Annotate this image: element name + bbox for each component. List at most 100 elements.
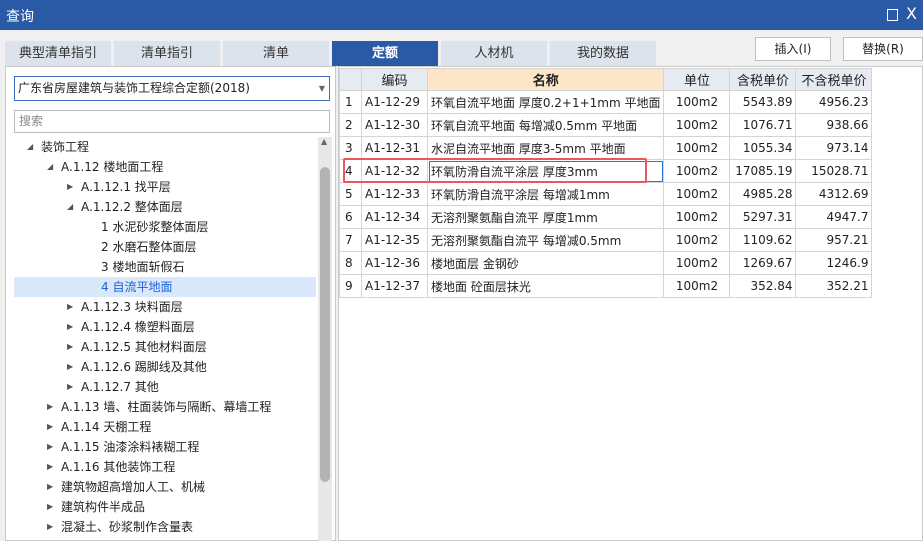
unit-cell[interactable]: 100m2 <box>663 136 731 160</box>
pretax-price-cell[interactable]: 352.21 <box>795 274 873 298</box>
expand-icon[interactable]: ▶ <box>47 397 53 417</box>
pretax-price-cell[interactable]: 973.14 <box>795 136 873 160</box>
code-cell[interactable]: A1-12-31 <box>361 136 428 160</box>
expand-icon[interactable]: ▶ <box>67 337 73 357</box>
tree-node[interactable]: ▶ A.1.12.3 块料面层 <box>67 297 183 317</box>
table-row[interactable]: 5 A1-12-33 环氧防滑自流平涂层 每增减1mm 100m2 4985.28 431… <box>339 182 873 206</box>
tax-price-cell[interactable]: 17085.19 <box>729 159 797 183</box>
column-header[interactable]: 不含税单价 <box>795 68 873 91</box>
tab-5[interactable]: 我的数据 <box>550 41 656 66</box>
row-index[interactable]: 2 <box>339 113 362 137</box>
tree-scrollbar[interactable]: ▲ <box>318 137 332 541</box>
tree-node[interactable]: ◢ A.1.12.2 整体面层 <box>67 197 183 217</box>
tree-node[interactable]: ◢ 装饰工程 <box>27 137 89 157</box>
tree-node[interactable]: ▶ 混凝土、砂浆制作含量表 <box>47 517 193 537</box>
code-cell[interactable]: A1-12-37 <box>361 274 428 298</box>
pretax-price-cell[interactable]: 1246.9 <box>795 251 873 275</box>
insert-button[interactable]: 插入(I) <box>755 37 831 61</box>
unit-cell[interactable]: 100m2 <box>663 182 731 206</box>
tree-node[interactable]: ▶ A.1.16 其他装饰工程 <box>47 457 175 477</box>
tree-node[interactable]: ▶ A.1.12.6 踢脚线及其他 <box>67 357 207 377</box>
tree-node[interactable]: 2 水磨石整体面层 <box>101 237 196 257</box>
name-cell[interactable]: 环氧防滑自流平涂层 每增减1mm <box>426 182 665 206</box>
tree-node[interactable]: ▶ A.1.14 天棚工程 <box>47 417 151 437</box>
scrollbar-thumb[interactable] <box>320 167 330 482</box>
name-cell[interactable]: 无溶剂聚氨酯自流平 厚度1mm <box>426 205 665 229</box>
pretax-price-cell[interactable]: 957.21 <box>795 228 873 252</box>
tree-node[interactable]: ▶ 建筑物超高增加人工、机械 <box>47 477 205 497</box>
search-input[interactable]: 搜索 <box>14 110 330 133</box>
close-icon[interactable]: X <box>906 4 917 23</box>
name-cell[interactable]: 环氧自流平地面 厚度0.2+1+1mm 平地面 <box>426 90 665 114</box>
tree-node[interactable]: ▶ 建筑构件半成品 <box>47 497 145 517</box>
column-header[interactable]: 含税单价 <box>729 68 797 91</box>
row-index[interactable]: 9 <box>339 274 362 298</box>
expand-icon[interactable]: ▶ <box>47 497 53 517</box>
collapse-icon[interactable]: ◢ <box>27 137 33 157</box>
row-index[interactable]: 3 <box>339 136 362 160</box>
code-cell[interactable]: A1-12-36 <box>361 251 428 275</box>
unit-cell[interactable]: 100m2 <box>663 205 731 229</box>
collapse-icon[interactable]: ◢ <box>47 157 53 177</box>
tree-node[interactable]: ▶ A.1.12.1 找平层 <box>67 177 171 197</box>
tree-node[interactable]: ▶ A.1.12.4 橡塑料面层 <box>67 317 195 337</box>
tab-4[interactable]: 人材机 <box>441 41 547 66</box>
name-cell[interactable]: 楼地面层 金钢砂 <box>426 251 665 275</box>
table-row[interactable]: 8 A1-12-36 楼地面层 金钢砂 100m2 1269.67 1246.9 <box>339 251 873 275</box>
pretax-price-cell[interactable]: 4947.7 <box>795 205 873 229</box>
name-cell[interactable]: 楼地面 砼面层抹光 <box>426 274 665 298</box>
column-header[interactable]: 名称 <box>426 68 665 91</box>
expand-icon[interactable]: ▶ <box>47 437 53 457</box>
name-cell[interactable]: 无溶剂聚氨酯自流平 每增减0.5mm <box>426 228 665 252</box>
row-index[interactable]: 1 <box>339 90 362 114</box>
tree-node[interactable]: ▶ A.1.12.7 其他 <box>67 377 159 397</box>
replace-button[interactable]: 替换(R) <box>843 37 923 61</box>
pretax-price-cell[interactable]: 4312.69 <box>795 182 873 206</box>
table-row[interactable]: 2 A1-12-30 环氧自流平地面 每增减0.5mm 平地面 100m2 1076.7… <box>339 113 873 137</box>
tax-price-cell[interactable]: 5297.31 <box>729 205 797 229</box>
tree-node[interactable]: 3 楼地面斩假石 <box>101 257 184 277</box>
name-cell[interactable]: 水泥自流平地面 厚度3-5mm 平地面 <box>426 136 665 160</box>
code-cell[interactable]: A1-12-35 <box>361 228 428 252</box>
column-header[interactable] <box>339 68 362 91</box>
pretax-price-cell[interactable]: 15028.71 <box>795 159 873 183</box>
expand-icon[interactable]: ▶ <box>47 517 53 537</box>
row-index[interactable]: 7 <box>339 228 362 252</box>
expand-icon[interactable]: ▶ <box>47 477 53 497</box>
expand-icon[interactable]: ▶ <box>67 297 73 317</box>
tree-node[interactable]: 1 水泥砂浆整体面层 <box>101 217 208 237</box>
expand-icon[interactable]: ▶ <box>47 417 53 437</box>
table-row[interactable]: 7 A1-12-35 无溶剂聚氨酯自流平 每增减0.5mm 100m2 1109.62 9… <box>339 228 873 252</box>
tree-node[interactable]: ▶ A.1.12.5 其他材料面层 <box>67 337 207 357</box>
library-select[interactable]: 广东省房屋建筑与装饰工程综合定额(2018) ▼ <box>14 76 330 101</box>
unit-cell[interactable]: 100m2 <box>663 113 731 137</box>
row-index[interactable]: 5 <box>339 182 362 206</box>
table-row[interactable]: 9 A1-12-37 楼地面 砼面层抹光 100m2 352.84 352.21 <box>339 274 873 298</box>
row-index[interactable]: 8 <box>339 251 362 275</box>
tax-price-cell[interactable]: 1269.67 <box>729 251 797 275</box>
expand-icon[interactable]: ▶ <box>67 317 73 337</box>
column-header[interactable]: 编码 <box>361 68 428 91</box>
code-cell[interactable]: A1-12-33 <box>361 182 428 206</box>
expand-icon[interactable]: ▶ <box>67 377 73 397</box>
unit-cell[interactable]: 100m2 <box>663 251 731 275</box>
name-cell[interactable]: 环氧自流平地面 每增减0.5mm 平地面 <box>426 113 665 137</box>
row-index[interactable]: 6 <box>339 205 362 229</box>
tree-node[interactable]: ▶ A.1.13 墙、柱面装饰与隔断、幕墙工程 <box>47 397 271 417</box>
scroll-up-icon[interactable]: ▲ <box>321 137 327 146</box>
pretax-price-cell[interactable]: 938.66 <box>795 113 873 137</box>
column-header[interactable]: 单位 <box>663 68 731 91</box>
pretax-price-cell[interactable]: 4956.23 <box>795 90 873 114</box>
tax-price-cell[interactable]: 1076.71 <box>729 113 797 137</box>
code-cell[interactable]: A1-12-30 <box>361 113 428 137</box>
tax-price-cell[interactable]: 352.84 <box>729 274 797 298</box>
unit-cell[interactable]: 100m2 <box>663 274 731 298</box>
expand-icon[interactable]: ▶ <box>47 457 53 477</box>
expand-icon[interactable]: ▶ <box>67 357 73 377</box>
tree-node[interactable]: ▶ A.1.15 油漆涂料裱糊工程 <box>47 437 199 457</box>
code-cell[interactable]: A1-12-34 <box>361 205 428 229</box>
tab-0[interactable]: 典型清单指引 <box>5 41 111 66</box>
tax-price-cell[interactable]: 1109.62 <box>729 228 797 252</box>
tab-2[interactable]: 清单 <box>223 41 329 66</box>
collapse-icon[interactable]: ◢ <box>67 197 73 217</box>
